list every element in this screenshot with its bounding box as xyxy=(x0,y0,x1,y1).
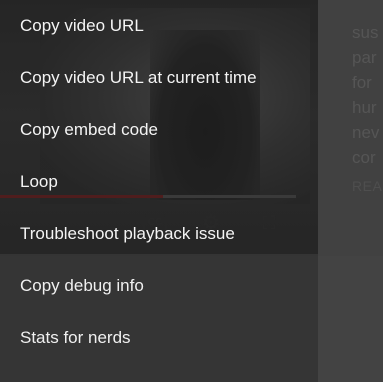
description-line: cor xyxy=(352,148,376,167)
description-line: par xyxy=(352,48,377,67)
description-line: for xyxy=(352,73,372,92)
menu-item-copy-debug-info[interactable]: Copy debug info xyxy=(0,260,318,312)
video-description: sus par for hur nev cor REA xyxy=(352,20,383,199)
menu-item-copy-embed-code[interactable]: Copy embed code xyxy=(0,104,318,156)
player-context-menu: Copy video URL Copy video URL at current… xyxy=(0,0,318,382)
description-line: sus xyxy=(352,23,379,42)
menu-item-troubleshoot-playback[interactable]: Troubleshoot playback issue xyxy=(0,208,318,260)
read-more-link[interactable]: REA xyxy=(352,174,383,199)
menu-item-copy-video-url[interactable]: Copy video URL xyxy=(0,0,318,52)
menu-item-stats-for-nerds[interactable]: Stats for nerds xyxy=(0,312,318,364)
description-line: nev xyxy=(352,123,380,142)
menu-item-copy-video-url-at-time[interactable]: Copy video URL at current time xyxy=(0,52,318,104)
menu-item-loop[interactable]: Loop xyxy=(0,156,318,208)
description-line: hur xyxy=(352,98,377,117)
screen: CC ⚙ ⛶ sus par for hur nev cor REA Copy … xyxy=(0,0,383,382)
